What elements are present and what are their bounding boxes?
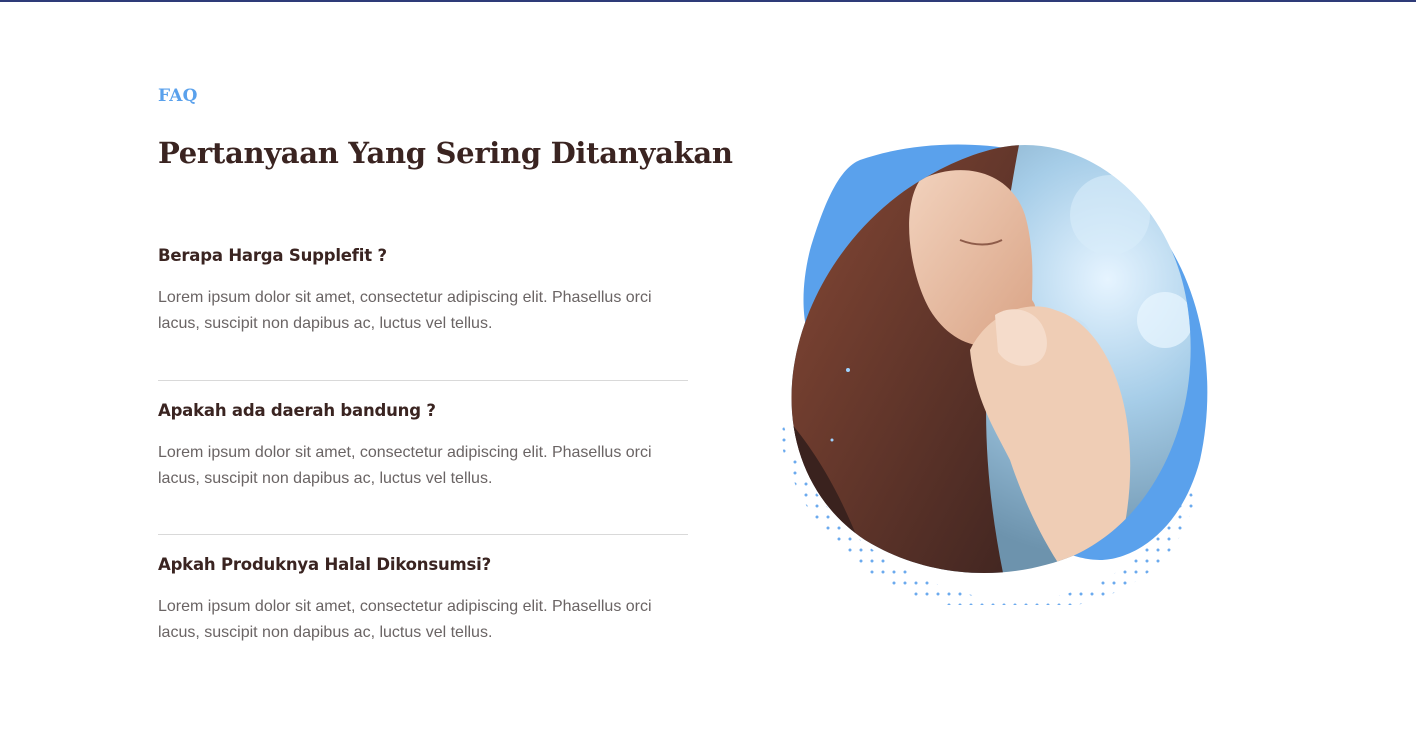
- faq-item: Apkah Produknya Halal Dikonsumsi? Lorem …: [158, 555, 688, 641]
- faq-answer: Lorem ipsum dolor sit amet, consectetur …: [158, 598, 652, 641]
- faq-item: Berapa Harga Supplefit ? Lorem ipsum dol…: [158, 246, 688, 332]
- faq-item: Apakah ada daerah bandung ? Lorem ipsum …: [158, 401, 688, 487]
- faq-question: Apakah ada daerah bandung ?: [158, 401, 436, 420]
- faq-divider: [158, 534, 688, 535]
- faq-answer: Lorem ipsum dolor sit amet, consectetur …: [158, 444, 652, 487]
- section-title: Pertanyaan Yang Sering Ditanyakan: [158, 136, 733, 170]
- faq-question: Apkah Produknya Halal Dikonsumsi?: [158, 555, 491, 574]
- faq-question: Berapa Harga Supplefit ?: [158, 246, 387, 265]
- faq-answer: Lorem ipsum dolor sit amet, consectetur …: [158, 289, 652, 332]
- praying-woman-icon: [774, 144, 1208, 605]
- faq-divider: [158, 380, 688, 381]
- section-eyebrow: FAQ: [158, 86, 198, 106]
- faq-illustration: [770, 140, 1220, 605]
- top-border: [0, 0, 1416, 2]
